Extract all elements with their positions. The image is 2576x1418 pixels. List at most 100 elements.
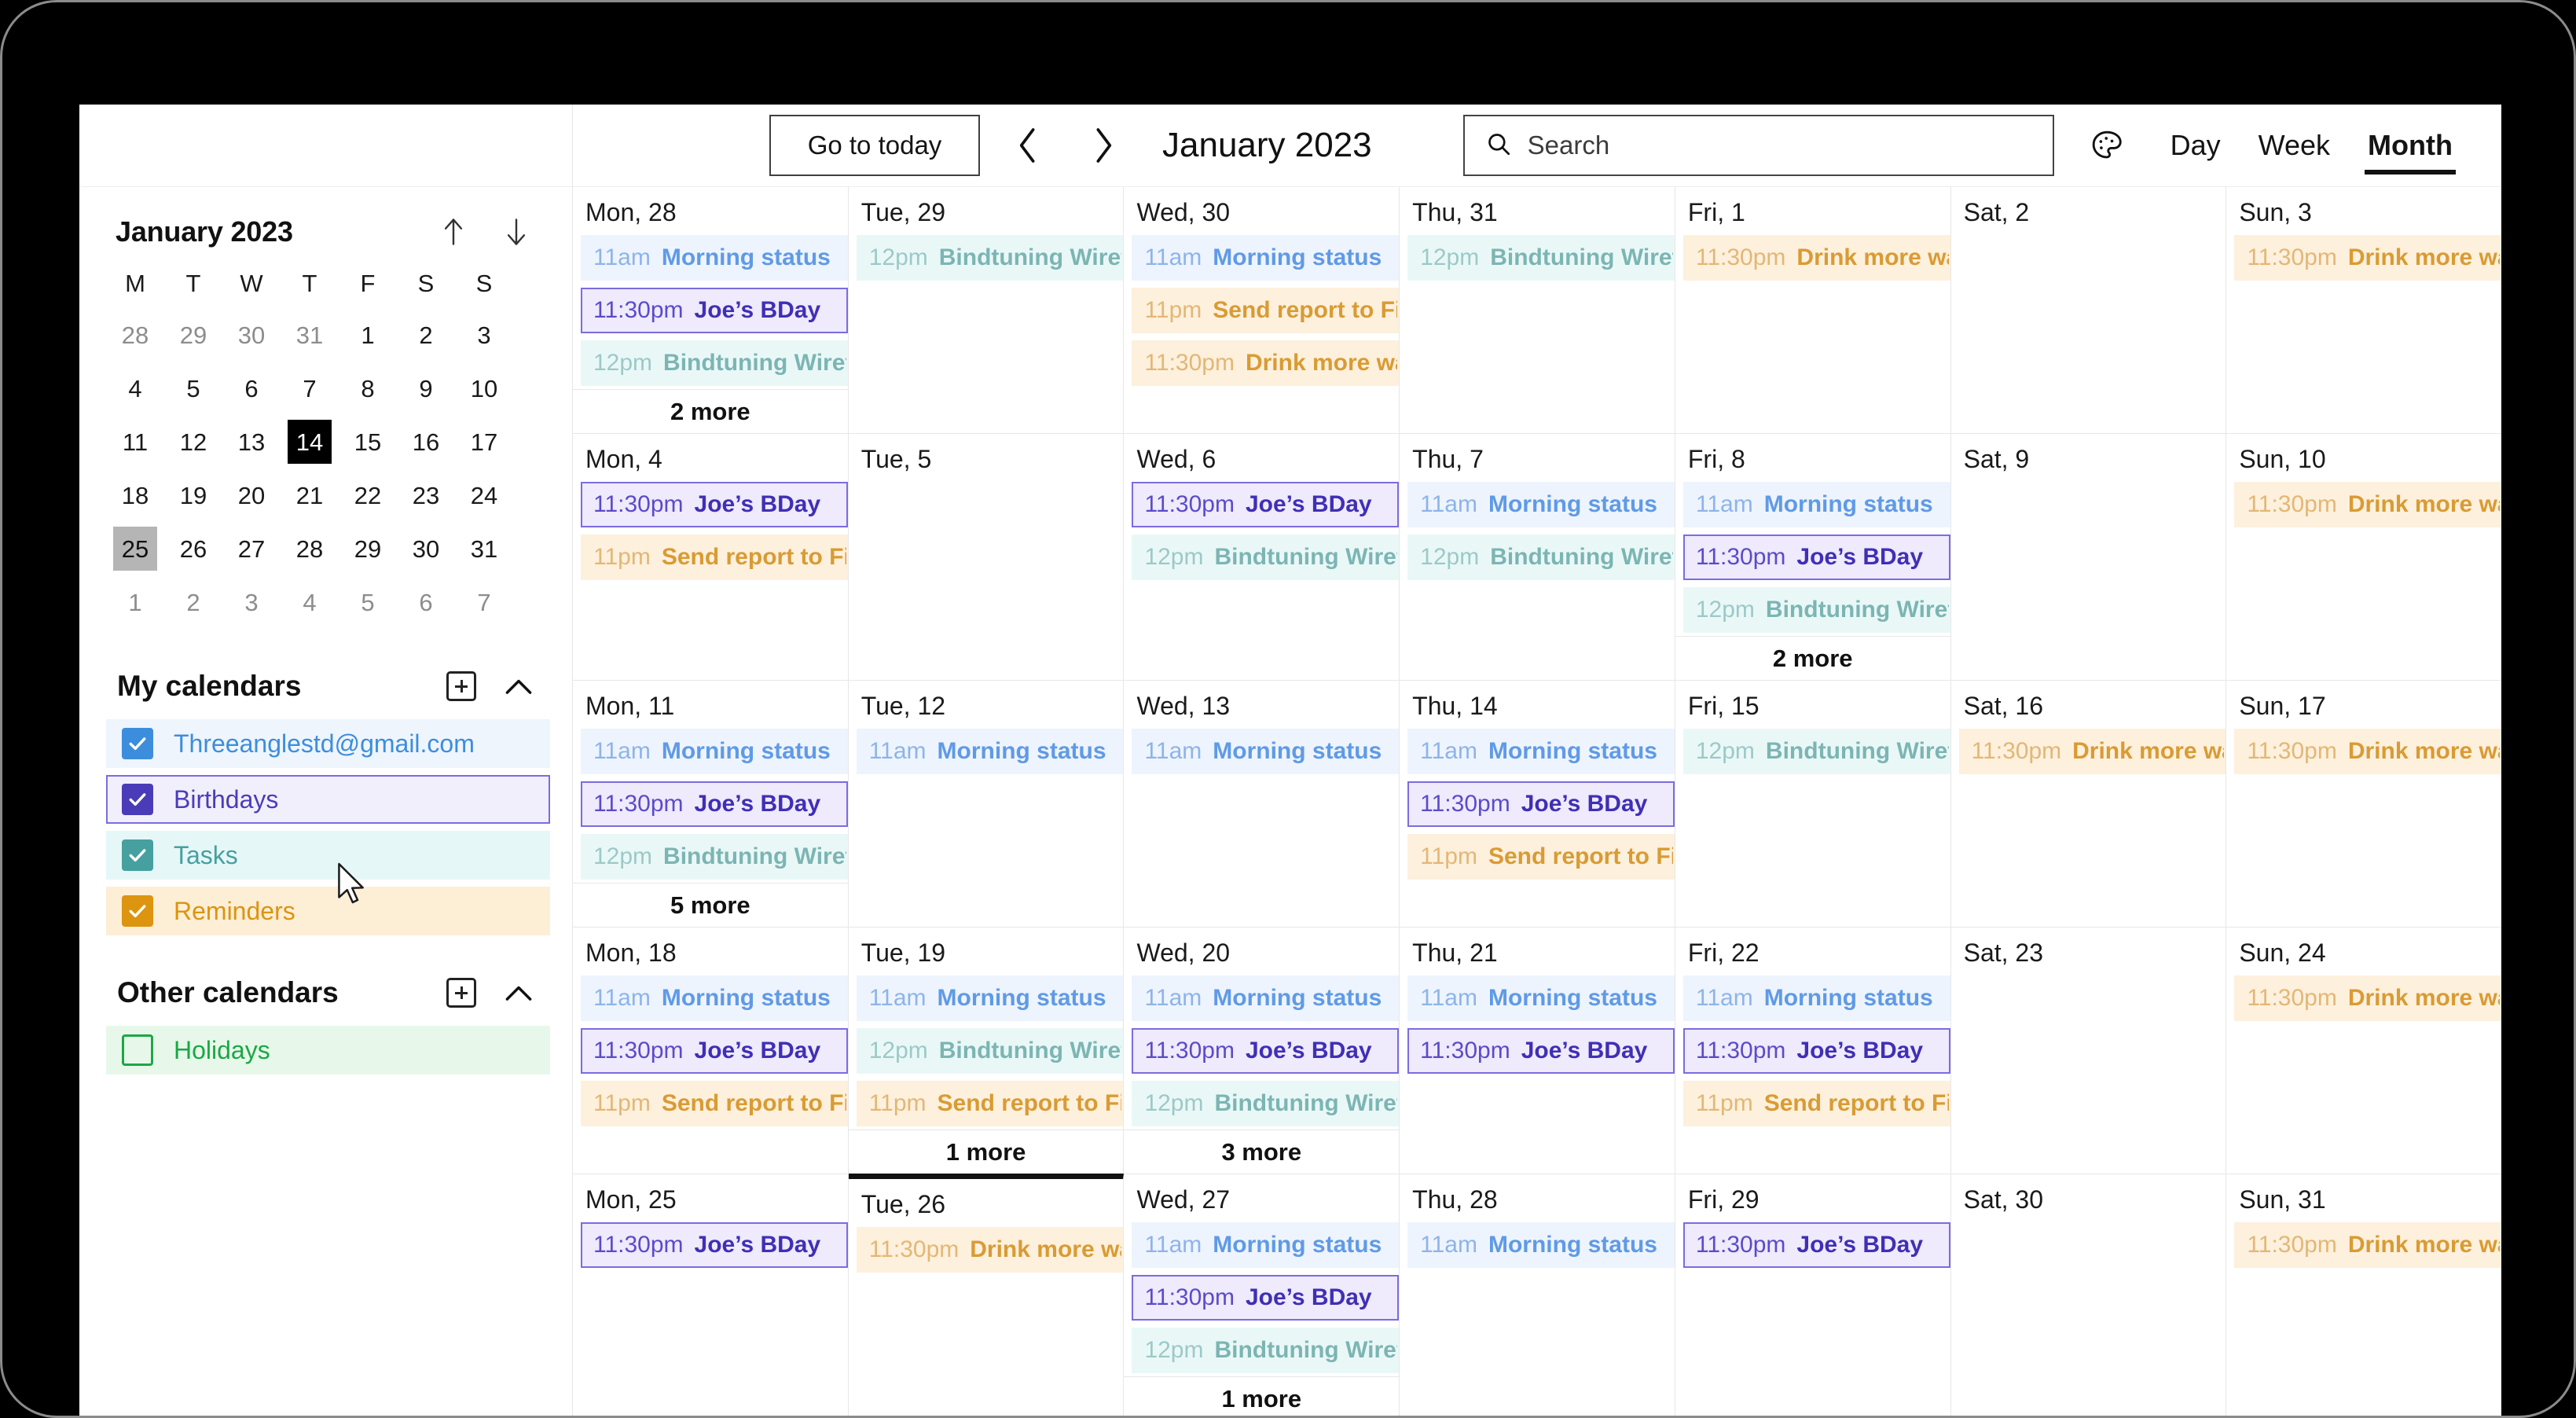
more-events-button[interactable]: 2 more (1675, 636, 1950, 680)
calendar-event[interactable]: 11am Morning status (1407, 482, 1675, 527)
calendar-event[interactable]: 11:30pm Drink more wa (1958, 729, 2226, 774)
mini-day-28[interactable]: 28 (106, 308, 164, 362)
mini-day-30[interactable]: 30 (397, 522, 455, 575)
calendar-event[interactable]: 11:30pm Joe’s BDay (1682, 1028, 1950, 1074)
day-cell[interactable]: Thu, 7 11am Morning status 12pm Bindtuning W… (1400, 434, 1675, 680)
calendar-event[interactable]: 11:30pm Joe’s BDay (581, 288, 848, 333)
calendar-event[interactable]: 11am Morning status (1132, 1222, 1400, 1268)
calendar-event[interactable]: 12pm Bindtuning Wiref (1407, 235, 1675, 281)
calendar-event[interactable]: 12pm Bindtuning Wiref (1407, 535, 1675, 580)
view-tab-day[interactable]: Day (2152, 112, 2240, 179)
calendar-item-birthdays[interactable]: Birthdays (106, 775, 550, 824)
calendar-event[interactable]: 11:30pm Joe’s BDay (581, 781, 848, 827)
mini-day-27[interactable]: 27 (222, 522, 281, 575)
calendar-event[interactable]: 11:30pm Drink more wa (1682, 235, 1950, 281)
day-cell[interactable]: Thu, 31 12pm Bindtuning Wiref (1400, 187, 1675, 433)
calendar-event[interactable]: 12pm Bindtuning Wiref (1682, 587, 1950, 633)
day-cell[interactable]: Wed, 30 11am Morning status 11pm Send report… (1124, 187, 1400, 433)
day-cell[interactable]: Fri, 15 12pm Bindtuning Wiref (1675, 681, 1951, 927)
plus-square-icon[interactable] (446, 978, 476, 1008)
calendar-event[interactable]: 11:30pm Joe’s BDay (1407, 781, 1675, 827)
mini-day-17[interactable]: 17 (455, 415, 513, 468)
mini-day-2[interactable]: 2 (397, 308, 455, 362)
day-cell[interactable]: Tue, 29 12pm Bindtuning Wiref (849, 187, 1125, 433)
calendar-item-reminders[interactable]: Reminders (106, 887, 550, 935)
mini-day-11[interactable]: 11 (106, 415, 164, 468)
checkbox-checked-icon[interactable] (122, 784, 153, 815)
mini-day-31[interactable]: 31 (455, 522, 513, 575)
calendar-event[interactable]: 11am Morning status (1407, 1222, 1675, 1268)
calendar-item-threeanglestd-gmail-com[interactable]: Threeanglestd@gmail.com (106, 719, 550, 768)
day-cell[interactable]: Sun, 24 11:30pm Drink more wa (2226, 928, 2501, 1174)
day-cell[interactable]: Thu, 28 11am Morning status (1400, 1174, 1675, 1416)
day-cell[interactable]: Sat, 2 (1951, 187, 2227, 433)
day-cell[interactable]: Wed, 13 11am Morning status (1124, 681, 1400, 927)
calendar-event[interactable]: 11am Morning status (581, 729, 848, 774)
mini-day-21[interactable]: 21 (281, 468, 339, 522)
calendar-event[interactable]: 11:30pm Joe’s BDay (1132, 1275, 1400, 1321)
calendar-event[interactable]: 11am Morning status (1132, 235, 1400, 281)
day-cell[interactable]: Sun, 3 11:30pm Drink more wa (2226, 187, 2501, 433)
day-cell[interactable]: Wed, 27 11am Morning status 11:30pm Joe’s BD… (1124, 1174, 1400, 1416)
day-cell[interactable]: Mon, 28 11am Morning status 11:30pm Joe’s BD… (573, 187, 849, 433)
mini-day-9[interactable]: 9 (397, 362, 455, 415)
mini-day-31[interactable]: 31 (281, 308, 339, 362)
go-to-today-button[interactable]: Go to today (769, 115, 980, 176)
day-cell[interactable]: Wed, 20 11am Morning status 11:30pm Joe’s BD… (1124, 928, 1400, 1174)
day-cell[interactable]: Thu, 21 11am Morning status 11:30pm Joe’s BD… (1400, 928, 1675, 1174)
calendar-event[interactable]: 11:30pm Drink more wa (1132, 340, 1400, 386)
mini-day-29[interactable]: 29 (339, 522, 397, 575)
more-events-button[interactable]: 5 more (573, 883, 848, 927)
more-events-button[interactable]: 1 more (848, 1130, 1124, 1174)
day-cell[interactable]: Sun, 31 11:30pm Drink more wa (2226, 1174, 2501, 1416)
calendar-event[interactable]: 11:30pm Joe’s BDay (1407, 1028, 1675, 1074)
calendar-event[interactable]: 11:30pm Drink more wa (2234, 975, 2501, 1021)
calendar-event[interactable]: 11:30pm Joe’s BDay (1682, 1222, 1950, 1268)
mini-day-12[interactable]: 12 (164, 415, 222, 468)
checkbox-unchecked-icon[interactable] (122, 1034, 153, 1066)
mini-day-23[interactable]: 23 (397, 468, 455, 522)
calendar-event[interactable]: 12pm Bindtuning Wiref (581, 834, 848, 880)
arrow-up-icon[interactable] (440, 216, 467, 248)
day-cell[interactable]: Sat, 30 (1951, 1174, 2227, 1416)
mini-day-24[interactable]: 24 (455, 468, 513, 522)
calendar-event[interactable]: 11am Morning status (1407, 729, 1675, 774)
mini-day-30[interactable]: 30 (222, 308, 281, 362)
mini-day-1[interactable]: 1 (106, 575, 164, 629)
day-cell[interactable]: Sat, 23 (1951, 928, 2227, 1174)
day-cell[interactable]: Thu, 14 11am Morning status 11:30pm Joe’s BD… (1400, 681, 1675, 927)
calendar-event[interactable]: 11:30pm Drink more wa (856, 1227, 1124, 1273)
view-tab-month[interactable]: Month (2349, 112, 2471, 179)
checkbox-checked-icon[interactable] (122, 728, 153, 759)
calendar-event[interactable]: 11:30pm Joe’s BDay (1132, 482, 1400, 527)
calendar-event[interactable]: 11:30pm Drink more wa (2234, 729, 2501, 774)
calendar-event[interactable]: 12pm Bindtuning Wiref (1132, 1328, 1400, 1373)
plus-square-icon[interactable] (446, 671, 476, 701)
mini-day-2[interactable]: 2 (164, 575, 222, 629)
calendar-event[interactable]: 11:30pm Joe’s BDay (581, 482, 848, 527)
more-events-button[interactable]: 3 more (1124, 1130, 1400, 1174)
calendar-event[interactable]: 11pm Send report to Fi (856, 1081, 1124, 1126)
mini-day-14[interactable]: 14 (281, 415, 339, 468)
mini-day-6[interactable]: 6 (222, 362, 281, 415)
calendar-event[interactable]: 12pm Bindtuning Wiref (1132, 1081, 1400, 1126)
mini-day-7[interactable]: 7 (455, 575, 513, 629)
day-cell[interactable]: Mon, 4 11:30pm Joe’s BDay 11pm Send report t… (573, 434, 849, 680)
chevron-right-icon[interactable] (1073, 115, 1134, 176)
day-cell[interactable]: Mon, 18 11am Morning status 11:30pm Joe’s BD… (573, 928, 849, 1174)
mini-day-29[interactable]: 29 (164, 308, 222, 362)
chevron-up-icon[interactable] (503, 670, 534, 702)
day-cell[interactable]: Sat, 16 11:30pm Drink more wa (1951, 681, 2227, 927)
mini-day-28[interactable]: 28 (281, 522, 339, 575)
mini-day-3[interactable]: 3 (222, 575, 281, 629)
calendar-event[interactable]: 11am Morning status (1407, 975, 1675, 1021)
day-cell[interactable]: Tue, 5 (849, 434, 1125, 680)
mini-day-7[interactable]: 7 (281, 362, 339, 415)
calendar-event[interactable]: 11pm Send report to Fi (581, 1081, 848, 1126)
mini-day-3[interactable]: 3 (455, 308, 513, 362)
calendar-event[interactable]: 11pm Send report to Fi (1682, 1081, 1950, 1126)
calendar-event[interactable]: 11:30pm Drink more wa (2234, 1222, 2501, 1268)
calendar-item-tasks[interactable]: Tasks (106, 831, 550, 880)
search-box[interactable] (1462, 115, 2054, 176)
mini-day-10[interactable]: 10 (455, 362, 513, 415)
